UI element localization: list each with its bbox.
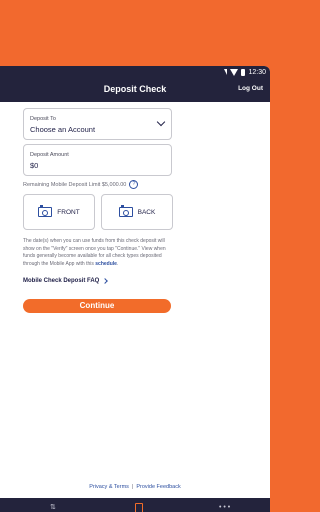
chevron-down-icon xyxy=(156,117,166,127)
more-icon[interactable]: • • • xyxy=(219,504,230,511)
capture-back-button[interactable]: BACK xyxy=(101,194,173,230)
deposit-to-label: Deposit To xyxy=(30,116,56,122)
deposit-to-select[interactable]: Deposit To Choose an Account xyxy=(23,108,172,140)
camera-icon xyxy=(118,205,133,217)
help-icon[interactable]: ? xyxy=(129,180,139,189)
logout-button[interactable]: Log Out xyxy=(238,85,263,92)
signal-icon xyxy=(230,68,239,76)
transfer-icon[interactable]: ⇅ xyxy=(50,504,56,511)
app-bar: Deposit Check Log Out xyxy=(0,78,270,102)
capture-front-button[interactable]: FRONT xyxy=(23,194,95,230)
deposit-check-icon[interactable] xyxy=(135,503,143,512)
provide-feedback-link[interactable]: Provide Feedback xyxy=(136,484,180,490)
disclaimer-end: . xyxy=(116,260,119,267)
status-bar: 12:30 xyxy=(0,66,270,78)
remaining-limit-text: Remaining Mobile Deposit Limit $5,000.00 xyxy=(23,181,127,188)
deposit-amount-value: $0 xyxy=(30,161,39,170)
availability-disclaimer: The date(s) when you can use funds from … xyxy=(23,238,171,268)
camera-icon xyxy=(38,205,53,217)
status-time: 12:30 xyxy=(248,68,266,76)
deposit-form: Deposit To Choose an Account Deposit Amo… xyxy=(0,102,270,502)
bottom-nav: ⇅ • • • xyxy=(0,498,270,512)
deposit-to-value: Choose an Account xyxy=(30,125,96,134)
deposit-amount-label: Deposit Amount xyxy=(30,152,69,158)
deposit-amount-field[interactable]: Deposit Amount $0 xyxy=(23,144,172,176)
wifi-icon xyxy=(224,69,228,75)
app-screen: 12:30 Deposit Check Log Out Deposit To C… xyxy=(0,66,270,512)
page-title: Deposit Check xyxy=(103,84,167,94)
battery-icon xyxy=(241,68,246,76)
footer-links: Privacy & Terms | Provide Feedback xyxy=(0,484,270,490)
schedule-link[interactable]: schedule xyxy=(95,261,117,267)
privacy-terms-link[interactable]: Privacy & Terms xyxy=(89,484,129,490)
front-label: FRONT xyxy=(57,208,80,216)
faq-link-label: Mobile Check Deposit FAQ xyxy=(23,278,100,284)
continue-button[interactable]: Continue xyxy=(23,299,171,313)
faq-link[interactable]: Mobile Check Deposit FAQ xyxy=(23,278,109,284)
chevron-right-icon xyxy=(102,278,109,284)
footer-separator: | xyxy=(131,484,134,490)
remaining-limit: Remaining Mobile Deposit Limit $5,000.00… xyxy=(23,180,139,189)
back-label: BACK xyxy=(137,208,156,216)
